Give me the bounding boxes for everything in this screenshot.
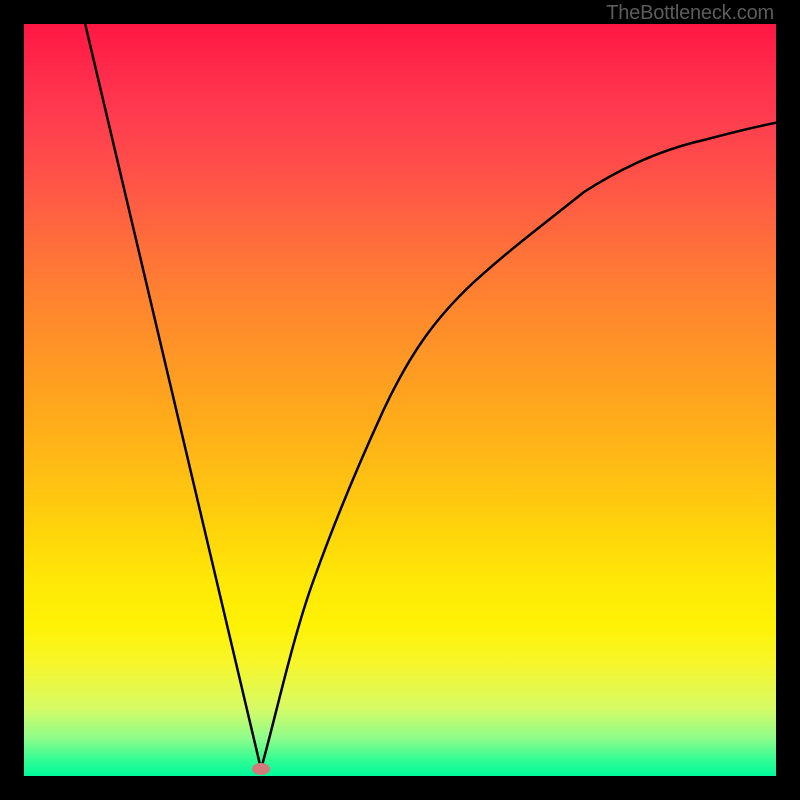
watermark-text: TheBottleneck.com bbox=[606, 2, 774, 25]
curve-left-branch bbox=[84, 24, 261, 769]
minimum-marker bbox=[252, 763, 270, 775]
plot-area bbox=[24, 24, 776, 776]
curve-right-branch bbox=[261, 122, 776, 769]
bottleneck-curve bbox=[24, 24, 776, 776]
